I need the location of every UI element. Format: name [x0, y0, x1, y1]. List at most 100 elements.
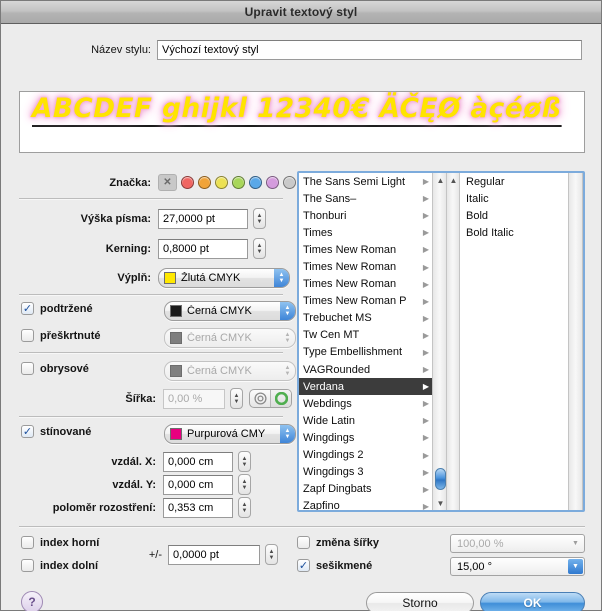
superscript-checkbox[interactable]	[21, 536, 34, 549]
font-list-item[interactable]: Wingdings 3 ▶	[299, 464, 432, 481]
style-list-scrollbar[interactable]	[568, 173, 583, 510]
chevron-right-icon: ▶	[422, 228, 429, 238]
chevron-right-icon: ▶	[422, 245, 429, 255]
marker-swatch-5[interactable]	[266, 176, 279, 189]
cancel-button[interactable]: Storno	[366, 592, 474, 611]
skew-checkbox[interactable]: ✓	[297, 559, 310, 572]
underline-color-select[interactable]: Černá CMYK ▲ ▼	[164, 301, 296, 321]
scrollbar-thumb[interactable]	[435, 468, 446, 490]
offset-stepper[interactable]: ▲ ▼	[265, 544, 278, 565]
chevron-down-icon: ▼	[241, 507, 248, 514]
filled-circle-icon-button[interactable]	[270, 390, 291, 407]
kerning-stepper[interactable]: ▲ ▼	[253, 238, 266, 259]
concentric-circles-icon-button[interactable]	[250, 390, 270, 407]
shadow-checkbox[interactable]: ✓	[21, 425, 34, 438]
marker-none-button[interactable]: ✕	[158, 174, 177, 191]
ok-button[interactable]: OK	[480, 592, 585, 611]
width-change-select[interactable]: 100,00 % ▼	[450, 534, 585, 553]
shadow-x-stepper[interactable]: ▲ ▼	[238, 451, 251, 472]
scroll-down-icon[interactable]: ▼	[433, 496, 448, 510]
underline-color-value: Černá CMYK	[187, 305, 252, 317]
font-list-item-label: Wingdings	[303, 431, 355, 444]
font-list-item[interactable]: Verdana ▶	[299, 378, 432, 396]
divider-2	[19, 294, 283, 296]
font-size-stepper[interactable]: ▲ ▼	[253, 208, 266, 229]
help-button[interactable]: ?	[21, 591, 43, 611]
scroll-up-icon[interactable]: ▲	[433, 173, 448, 187]
font-list-scrollbar[interactable]: ▲ ▼	[432, 173, 447, 510]
subscript-checkbox[interactable]	[21, 559, 34, 572]
font-list-item[interactable]: Times New Roman ▶	[299, 276, 432, 293]
outline-checkbox[interactable]	[21, 362, 34, 375]
font-style-list[interactable]: ▲ Regular Italic Bold Bold Italic	[447, 173, 583, 510]
skew-row: ✓ sešikmené	[297, 559, 372, 572]
check-icon: ✓	[22, 302, 33, 315]
style-name-input[interactable]	[157, 40, 582, 60]
font-list-item[interactable]: Type Embellishment ▶	[299, 344, 432, 361]
width-change-label: změna šířky	[316, 536, 379, 549]
fill-label: Výplň:	[117, 272, 151, 284]
shadow-color-select[interactable]: Purpurová CMY ▲ ▼	[164, 424, 296, 444]
shadow-blur-stepper[interactable]: ▲ ▼	[238, 497, 251, 518]
chevron-right-icon: ▶	[422, 313, 429, 323]
width-change-checkbox[interactable]	[297, 536, 310, 549]
outline-color-select[interactable]: Černá CMYK ▲ ▼	[164, 361, 296, 381]
chevron-right-icon: ▶	[422, 416, 429, 426]
marker-swatch-2[interactable]	[215, 176, 228, 189]
font-list-item[interactable]: Wide Latin ▶	[299, 412, 432, 429]
style-preview-panel: ABCDEF ghijkl 12340€ ÄČĘØ àçéøß	[19, 91, 585, 153]
font-style-item[interactable]: Regular	[460, 173, 568, 190]
font-list-item[interactable]: Times New Roman ▶	[299, 241, 432, 258]
marker-swatch-4[interactable]	[249, 176, 262, 189]
font-list-item[interactable]: Zapf Dingbats ▶	[299, 481, 432, 498]
font-list-item[interactable]: Tw Cen MT ▶	[299, 327, 432, 344]
chevron-right-icon: ▶	[422, 382, 429, 392]
font-size-input[interactable]	[158, 208, 248, 229]
font-list-item[interactable]: Trebuchet MS ▶	[299, 310, 432, 327]
kerning-input[interactable]	[158, 238, 248, 259]
chevron-down-icon: ▼	[568, 559, 583, 574]
font-list-item[interactable]: Wingdings ▶	[299, 429, 432, 446]
shadow-blur-input[interactable]	[163, 497, 233, 518]
strikethrough-checkbox[interactable]	[21, 329, 34, 342]
marker-swatch-6[interactable]	[283, 176, 296, 189]
style-list-left-scrollbar[interactable]: ▲	[447, 173, 460, 510]
font-list-item[interactable]: Zapfino ▶	[299, 498, 432, 510]
font-list-item[interactable]: Thonburi ▶	[299, 207, 432, 224]
edit-text-style-dialog: Upravit textový styl Název stylu: ABCDEF…	[0, 0, 602, 611]
font-list-item-label: Wingdings 3	[303, 466, 364, 479]
font-list-item[interactable]: Times New Roman ▶	[299, 258, 432, 275]
font-list-item[interactable]: VAGRounded ▶	[299, 361, 432, 378]
scroll-up-icon[interactable]: ▲	[447, 173, 460, 187]
font-list-item[interactable]: Times ▶	[299, 224, 432, 241]
shadow-y-stepper[interactable]: ▲ ▼	[238, 474, 251, 495]
marker-swatch-1[interactable]	[198, 176, 211, 189]
chevron-down-icon: ▼	[268, 554, 275, 561]
shadow-y-input[interactable]	[163, 474, 233, 495]
font-list-item[interactable]: Times New Roman P ▶	[299, 293, 432, 310]
font-list-item[interactable]: The Sans Semi Light ▶	[299, 173, 432, 190]
marker-swatch-3[interactable]	[232, 176, 245, 189]
font-style-item[interactable]: Bold Italic	[460, 224, 568, 241]
chevron-right-icon: ▶	[422, 296, 429, 306]
outline-label: obrysové	[40, 362, 89, 375]
font-list[interactable]: The Sans Semi Light ▶ The Sans– ▶ Thonburi ▶ T…	[299, 173, 432, 510]
fill-row: Výplň: Žlutá CMYK ▲ ▼	[1, 268, 290, 288]
fill-color-select[interactable]: Žlutá CMYK ▲ ▼	[158, 268, 290, 288]
outline-width-input[interactable]	[163, 388, 225, 409]
divider-3	[19, 352, 283, 354]
skew-select[interactable]: 15,00 ° ▼	[450, 557, 585, 576]
font-list-item[interactable]: Webdings ▶	[299, 395, 432, 412]
outline-width-stepper[interactable]: ▲ ▼	[230, 388, 243, 409]
font-list-item[interactable]: The Sans– ▶	[299, 190, 432, 207]
strikethrough-color-select[interactable]: Černá CMYK ▲ ▼	[164, 328, 296, 348]
marker-swatch-0[interactable]	[181, 176, 194, 189]
font-style-item[interactable]: Bold	[460, 207, 568, 224]
underline-checkbox[interactable]: ✓	[21, 302, 34, 315]
shadow-x-input[interactable]	[163, 451, 233, 472]
offset-input[interactable]	[168, 544, 260, 565]
font-style-item[interactable]: Italic	[460, 190, 568, 207]
title-bar[interactable]: Upravit textový styl	[1, 1, 601, 24]
font-list-item[interactable]: Wingdings 2 ▶	[299, 447, 432, 464]
subscript-row: index dolní	[21, 559, 98, 572]
